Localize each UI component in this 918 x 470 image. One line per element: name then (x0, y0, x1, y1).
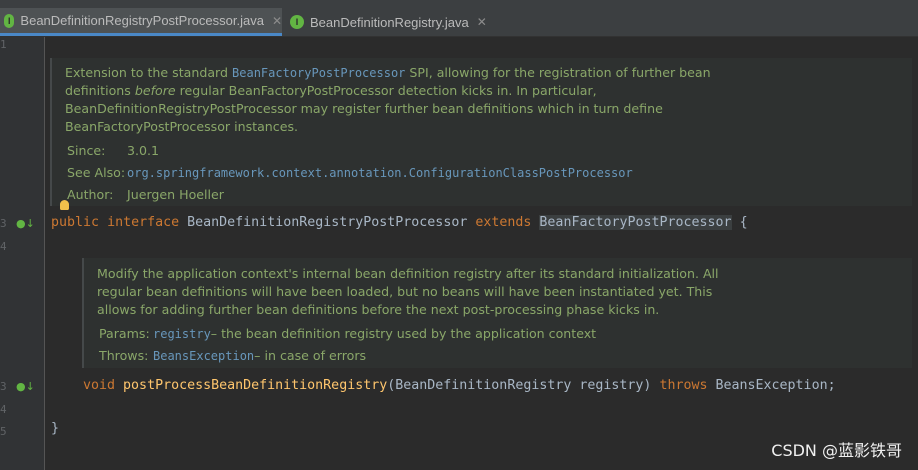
line-number: 5 (0, 425, 7, 438)
doc-line: Modify the application context's interna… (97, 266, 719, 281)
tab-bean-definition-registry[interactable]: I BeanDefinitionRegistry.java ✕ (284, 8, 490, 36)
close-icon[interactable]: ✕ (477, 15, 487, 29)
interface-declaration[interactable]: public interface BeanDefinitionRegistryP… (51, 215, 748, 230)
doc-throws: Throws: BeansException – in case of error… (99, 347, 367, 365)
doc-line: allows for adding further bean definitio… (97, 302, 660, 317)
line-number: 3 (0, 217, 7, 230)
editor-tab-bar: I BeanDefinitionRegistryPostProcessor.ja… (0, 8, 918, 37)
doc-author: Author: Juergen Hoeller (67, 187, 224, 202)
line-number: 4 (0, 240, 7, 253)
doc-since: Since: 3.0.1 (67, 143, 160, 158)
line-number: 3 (0, 380, 7, 393)
interface-file-icon: I (4, 13, 15, 28)
doc-line: BeanDefinitionRegistryPostProcessor may … (65, 101, 663, 116)
doc-link[interactable]: org.springframework.context.annotation.C… (127, 164, 633, 182)
doc-line: Extension to the standard BeanFactoryPos… (65, 65, 711, 80)
doc-link[interactable]: BeanFactoryPostProcessor (232, 66, 405, 80)
tab-label: BeanDefinitionRegistryPostProcessor.java (20, 13, 264, 28)
doc-link[interactable]: BeansException (153, 347, 254, 365)
tab-bean-definition-registry-post-processor[interactable]: I BeanDefinitionRegistryPostProcessor.ja… (0, 8, 282, 36)
rendered-javadoc-method: Modify the application context's interna… (82, 258, 912, 368)
interface-file-icon: I (290, 15, 304, 29)
lightbulb-icon[interactable] (60, 200, 69, 210)
watermark: CSDN @蓝影铁哥 (771, 441, 902, 460)
rendered-javadoc-interface: Extension to the standard BeanFactoryPos… (50, 58, 912, 206)
method-declaration[interactable]: void postProcessBeanDefinitionRegistry(B… (83, 378, 836, 393)
implementations-gutter-icon[interactable]: ●↓ (16, 380, 35, 393)
line-number: 1 (0, 38, 7, 51)
doc-params: Params: registry – the bean definition re… (99, 326, 597, 341)
doc-line: regular bean definitions will have been … (97, 284, 713, 299)
line-number: 4 (0, 403, 7, 416)
tab-label: BeanDefinitionRegistry.java (310, 14, 469, 30)
closing-brace[interactable]: } (51, 421, 59, 436)
doc-line: definitions before regular BeanFactoryPo… (65, 83, 597, 98)
doc-line: BeanFactoryPostProcessor instances. (65, 119, 299, 134)
doc-see-also: See Also: org.springframework.context.ann… (67, 164, 633, 182)
background-tabs-strip: ▔▔▔▔▔▔▔▔▔▔▔▔▔▔ (0, 0, 918, 8)
ghost-tab: ▔▔▔▔▔▔▔▔▔▔▔▔▔▔ (20, 0, 149, 5)
implementations-gutter-icon[interactable]: ●↓ (16, 217, 35, 230)
close-icon[interactable]: ✕ (272, 14, 282, 28)
